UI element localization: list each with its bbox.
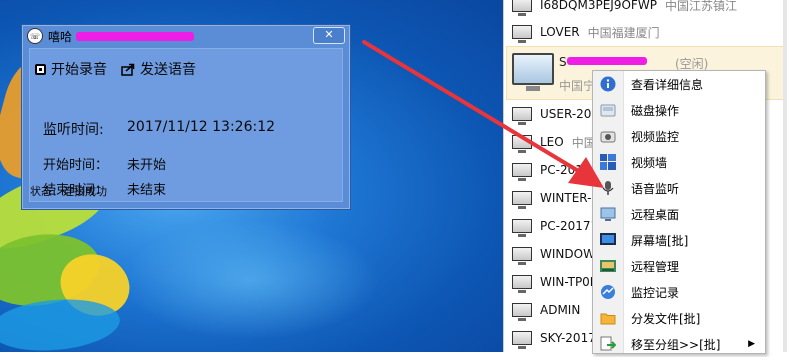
disk-icon [599,101,617,119]
menu-item-monitor-log[interactable]: 监控记录 [593,279,765,305]
computer-icon [512,53,554,91]
start-time-row: 开始时间： [43,154,108,173]
window-title: 嘻哈 [48,29,73,44]
info-icon [599,75,617,93]
host-location: 中国宁 [559,79,596,93]
menu-item-view-details[interactable]: 查看详细信息 [593,71,765,97]
computer-icon [512,0,532,16]
menu-item-label: 分发文件[批] [631,311,701,326]
listen-time-value-wrap: 2017/11/12 13:26:12 [127,119,275,135]
send-voice-label: 发送语音 [140,62,196,78]
menu-item-label: 远程管理 [631,259,680,274]
wallpaper-glow [120,220,380,340]
host-name: I68DQM3PEJ9OFWP [540,0,657,12]
menu-item-remote-manage[interactable]: 远程管理 [593,253,765,279]
start-time-value-wrap: 未开始 [127,154,166,173]
video-wall-icon [599,153,617,171]
host-name: WIN-TP0H [540,275,599,289]
voice-listen-window: ☏ 嘻哈 ✕ 开始录音 发送语音 监听时间: 2017/11/12 13:26:… [22,25,350,209]
host-location: 中国江苏镇江 [664,0,737,13]
menu-item-label: 远程桌面 [631,207,680,222]
computer-icon [512,107,532,125]
menu-item-label: 监控记录 [631,285,680,300]
start-record-button[interactable]: 开始录音 [35,59,107,79]
status-text: 状态：连接成功 [30,185,107,198]
computer-icon [512,275,532,293]
menu-item-move-group[interactable]: 移至分组>>[批] ▶ [593,331,765,357]
computer-icon [512,331,532,349]
move-group-icon [599,335,617,353]
submenu-arrow-icon: ▶ [748,339,755,349]
host-name: ADMIN [540,303,581,317]
microphone-icon [599,179,617,197]
computer-icon [512,163,532,181]
window-titlebar[interactable]: ☏ 嘻哈 [23,26,349,46]
remote-desktop-icon [599,205,617,223]
host-name: LEO [540,135,564,149]
camera-icon [599,127,617,145]
start-record-label: 开始录音 [51,62,107,78]
menu-item-disk[interactable]: 磁盘操作 [593,97,765,123]
listen-time-value: 2017/11/12 13:26:12 [127,119,276,135]
menu-item-label: 视频监控 [631,129,680,144]
computer-icon [512,135,532,153]
host-name: USER-201 [540,107,600,121]
listen-time-row: 监听时间: [43,119,104,139]
record-icon [35,63,46,75]
host-name: PC-20171 [540,219,599,233]
host-item[interactable]: LOVER 中国福建厦门 [504,18,787,46]
redaction-mark [567,57,647,65]
computer-icon [512,247,532,265]
end-time-value-wrap: 未结束 [127,179,166,198]
menu-item-label: 移至分组>>[批] [631,337,721,352]
menu-item-voice-listen[interactable]: 语音监听 [593,175,765,201]
computer-icon [512,219,532,237]
menu-item-video-monitor[interactable]: 视频监控 [593,123,765,149]
computer-icon [512,191,532,209]
computer-icon [512,303,532,321]
menu-item-video-wall[interactable]: 视频墙 [593,149,765,175]
scrollbar[interactable] [783,0,787,352]
host-name: LOVER [540,25,580,39]
menu-item-label: 屏幕墙[批] [631,233,689,248]
listen-time-label: 监听时间: [43,122,104,138]
menu-item-distribute-file[interactable]: 分发文件[批] [593,305,765,331]
menu-item-label: 磁盘操作 [631,103,680,118]
monitor-log-icon [599,283,617,301]
menu-item-label: 语音监听 [631,181,680,196]
send-voice-button[interactable]: 发送语音 [121,59,196,79]
menu-item-screen-wall[interactable]: 屏幕墙[批] [593,227,765,253]
start-time-value: 未开始 [127,158,167,173]
listen-toolbar: 开始录音 发送语音 [35,59,196,79]
close-icon: ✕ [324,28,334,41]
host-name: PC-201 [540,163,583,177]
computer-icon [512,25,532,43]
host-name: S [559,55,567,69]
send-icon [121,63,135,76]
menu-item-remote-desktop[interactable]: 远程桌面 [593,201,765,227]
menu-item-label: 查看详细信息 [631,77,704,92]
start-time-label: 开始时间： [43,158,109,173]
remote-manage-icon [599,257,617,275]
host-location: 中国福建厦门 [587,25,660,40]
app-icon: ☏ [27,28,43,44]
screen-wall-icon [599,231,617,249]
context-menu: 查看详细信息 磁盘操作 视频监控 视频墙 语音监听 远程桌面 屏幕墙[批] 远程… [592,70,766,354]
host-item[interactable]: I68DQM3PEJ9OFWP 中国江苏镇江 [504,0,787,19]
redaction-mark [76,31,195,41]
host-name: WINTER-P [540,191,599,205]
menu-item-label: 视频墙 [631,155,668,170]
window-content: 开始录音 发送语音 监听时间: 2017/11/12 13:26:12 开始时间… [29,48,343,202]
folder-icon [599,309,617,327]
end-time-value: 未结束 [127,183,167,198]
close-button[interactable]: ✕ [313,27,345,44]
host-name: WINDOW [540,247,595,261]
